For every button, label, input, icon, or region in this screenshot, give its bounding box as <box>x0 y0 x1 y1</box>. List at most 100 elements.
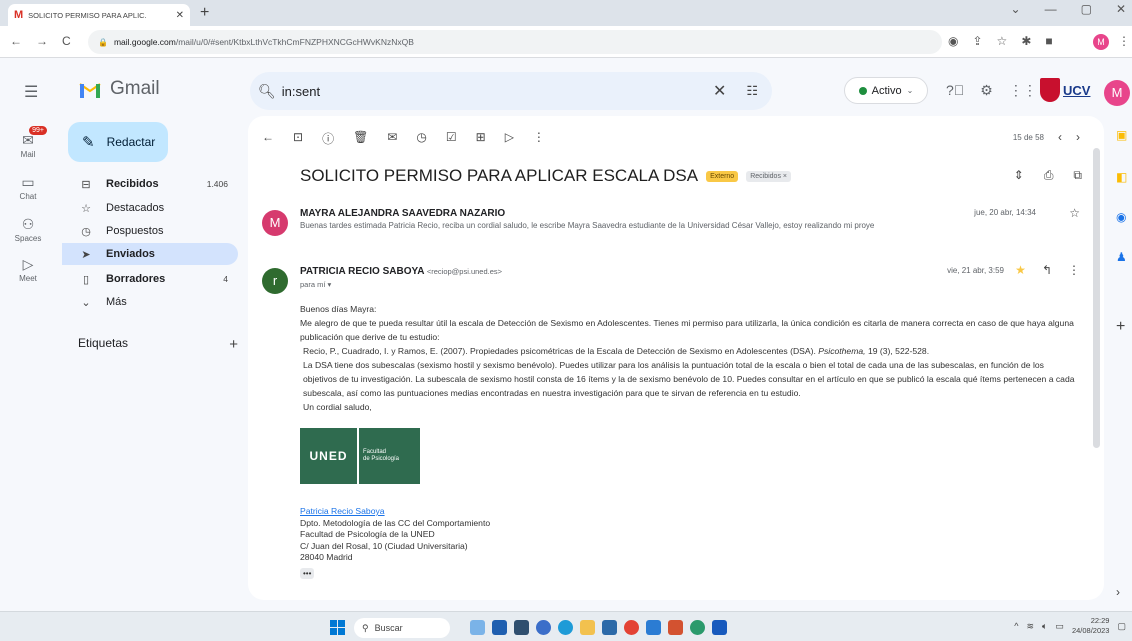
message-snippet[interactable]: Buenas tardes estimada Patricia Recio, r… <box>300 221 1000 230</box>
reload-icon[interactable]: C <box>62 34 71 48</box>
add-task-icon[interactable]: ☑ <box>446 130 457 147</box>
gmail-logo[interactable]: Gmail <box>78 78 160 100</box>
report-spam-icon[interactable]: ⓘ <box>322 130 334 147</box>
nav-item-more[interactable]: ⌄ Más <box>62 291 238 313</box>
reply-icon[interactable]: ↰ <box>1042 263 1052 277</box>
label-icon[interactable]: ▷ <box>505 130 514 147</box>
search-input[interactable] <box>281 83 707 99</box>
photos-icon[interactable] <box>690 620 705 635</box>
contacts-icon[interactable]: ♟ <box>1116 250 1127 264</box>
organization-logo[interactable]: UCV <box>1040 76 1100 104</box>
url-field[interactable]: 🔒 mail.google.com/mail/u/0/#sent/KtbxLth… <box>88 30 942 54</box>
newer-icon[interactable]: › <box>1076 130 1080 144</box>
show-side-panel-icon[interactable]: › <box>1116 585 1120 599</box>
archive-icon[interactable]: ⊡ <box>293 130 303 147</box>
lock-icon[interactable]: 🔒 <box>98 38 108 47</box>
sender-name[interactable]: MAYRA ALEJANDRA SAAVEDRA NAZARIO <box>300 208 505 219</box>
browser-tab[interactable]: M SOLICITO PERMISO PARA APLIC. ✕ <box>8 4 190 26</box>
nav-item-inbox[interactable]: ⊟ Recibidos 1.406 <box>62 173 238 195</box>
nav-item-starred[interactable]: ☆ Destacados <box>62 197 238 219</box>
rail-mail[interactable]: ✉ 99+ Mail <box>4 126 52 159</box>
back-to-list-icon[interactable]: ← <box>262 130 274 147</box>
bookmark-star-icon[interactable]: ☆ <box>997 34 1008 48</box>
maximize-icon[interactable]: ▢ <box>1081 2 1092 16</box>
new-tab-icon[interactable]: + <box>200 4 209 22</box>
clock[interactable]: 22:29 24/08/2023 <box>1072 616 1110 636</box>
open-new-window-icon[interactable]: ⧉ <box>1073 168 1082 183</box>
nav-item-sent[interactable]: ➤ Enviados <box>62 243 238 265</box>
scrollbar[interactable] <box>1093 148 1100 448</box>
main-menu-icon[interactable]: ☰ <box>24 82 38 102</box>
windows-start-icon[interactable] <box>330 620 345 635</box>
search-options-icon[interactable]: ☷ <box>746 83 758 99</box>
taskbar-search[interactable]: ⚲ Buscar <box>354 618 450 638</box>
move-to-icon[interactable]: ⊞ <box>476 130 486 147</box>
office-icon[interactable] <box>668 620 683 635</box>
snooze-icon[interactable]: ◷ <box>416 130 426 147</box>
expand-all-icon[interactable]: ⇕ <box>1014 168 1024 183</box>
wifi-icon[interactable]: ≋ <box>1026 621 1034 632</box>
show-trimmed-content-button[interactable]: ••• <box>300 567 315 579</box>
browser-profile-avatar[interactable]: M <box>1093 34 1109 50</box>
delete-icon[interactable]: 🗑︎ <box>353 130 368 147</box>
print-icon[interactable]: ⎙ <box>1044 168 1054 183</box>
recipient-dropdown[interactable]: para mí ▾ <box>300 280 331 289</box>
rail-chat[interactable]: ▭ Chat <box>4 174 52 201</box>
word-icon[interactable] <box>712 620 727 635</box>
account-avatar[interactable]: M <box>1104 80 1130 106</box>
sidepanel-icon[interactable]: ■ <box>1045 34 1052 48</box>
keep-icon[interactable]: ◧ <box>1116 170 1127 184</box>
back-icon[interactable]: ← <box>10 34 22 48</box>
system-tray: ^ ≋ 🔈︎ ▭ 22:29 24/08/2023 ▢ <box>1014 616 1126 636</box>
nav-item-snoozed[interactable]: ◷ Pospuestos <box>62 220 238 242</box>
tasks-icon[interactable]: ◉ <box>1116 210 1126 224</box>
sender-avatar[interactable]: M <box>262 210 288 236</box>
extensions-icon[interactable]: ✱ <box>1021 34 1031 48</box>
status-selector[interactable]: Activo ⌄ <box>844 77 928 104</box>
notifications-icon[interactable]: ▢ <box>1117 621 1126 632</box>
rail-meet[interactable]: ▷ Meet <box>4 256 52 283</box>
get-addons-icon[interactable]: + <box>1116 318 1125 336</box>
location-icon[interactable]: ◉ <box>948 34 958 48</box>
nav-item-drafts[interactable]: ▯ Borradores 4 <box>62 268 238 290</box>
star-icon[interactable]: ☆ <box>1069 206 1080 220</box>
search-icon[interactable]: 🔍︎ <box>258 83 276 100</box>
widgets-icon[interactable] <box>470 620 485 635</box>
battery-icon[interactable]: ▭ <box>1055 621 1064 632</box>
close-tab-icon[interactable]: ✕ <box>176 10 184 21</box>
calendar-icon[interactable]: ▣ <box>1116 128 1127 142</box>
minimize-icon[interactable]: — <box>1045 2 1057 16</box>
store-icon[interactable] <box>646 620 661 635</box>
settings-gear-icon[interactable]: ⚙ <box>980 82 993 99</box>
labels-title: Etiquetas <box>78 336 129 350</box>
older-icon[interactable]: ‹ <box>1058 130 1062 144</box>
chrome-icon[interactable] <box>624 620 639 635</box>
forward-icon[interactable]: → <box>36 34 48 48</box>
tray-overflow-icon[interactable]: ^ <box>1014 621 1018 631</box>
app-icon[interactable] <box>514 620 529 635</box>
external-tag[interactable]: Externo <box>706 170 739 182</box>
starred-icon[interactable]: ★ <box>1015 263 1026 277</box>
tab-search-icon[interactable]: ⌄ <box>1011 2 1021 16</box>
browser-menu-icon[interactable]: ⋮ <box>1118 34 1130 48</box>
close-window-icon[interactable]: ✕ <box>1116 2 1126 16</box>
signature-name-link[interactable]: Patricia Recio Saboya <box>300 506 490 518</box>
compose-button[interactable]: ✎ Redactar <box>68 122 168 162</box>
volume-icon[interactable]: 🔈︎ <box>1042 621 1047 632</box>
sender-avatar[interactable]: r <box>262 268 288 294</box>
more-actions-icon[interactable]: ⋮ <box>533 130 545 147</box>
clear-search-icon[interactable]: ✕ <box>713 81 726 101</box>
file-explorer-icon[interactable] <box>580 620 595 635</box>
task-view-icon[interactable] <box>492 620 507 635</box>
mail-app-icon[interactable] <box>602 620 617 635</box>
sender-name[interactable]: PATRICIA RECIO SABOYA <reciop@psi.uned.e… <box>300 266 502 277</box>
help-icon[interactable]: ?⃝ <box>946 82 964 99</box>
rail-spaces[interactable]: ⚇ Spaces <box>4 216 52 243</box>
edge-icon[interactable] <box>558 620 573 635</box>
more-icon[interactable]: ⋮ <box>1068 263 1080 277</box>
mark-unread-icon[interactable]: ✉ <box>387 130 397 147</box>
inbox-label-chip[interactable]: Recibidos × <box>746 170 791 182</box>
chat-app-icon[interactable] <box>536 620 551 635</box>
share-icon[interactable]: ⇪ <box>972 34 982 48</box>
add-label-icon[interactable]: + <box>229 336 238 353</box>
